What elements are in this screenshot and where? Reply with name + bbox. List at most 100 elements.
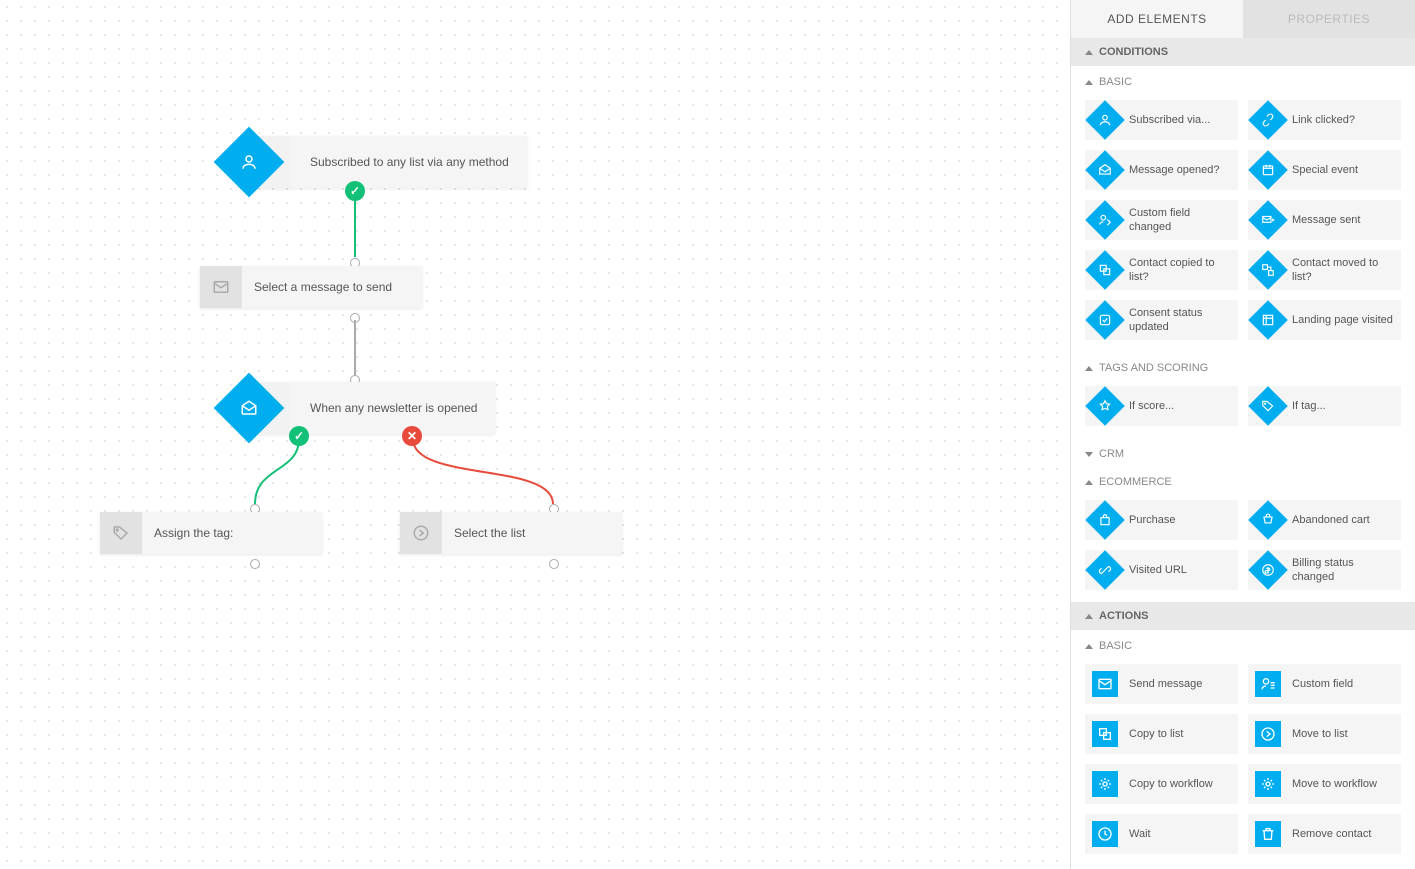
condition-if-tag[interactable]: If tag...: [1248, 386, 1401, 426]
element-label: Abandoned cart: [1288, 509, 1378, 531]
condition-visited-url[interactable]: Visited URL: [1085, 550, 1238, 590]
element-label: Remove contact: [1288, 823, 1379, 845]
node-label: When any newsletter is opened: [290, 382, 495, 434]
consent-status-updated-icon: [1085, 300, 1125, 340]
element-label: Send message: [1125, 673, 1210, 695]
message-opened-icon: [1085, 150, 1125, 190]
contact-moved-to-list-icon: [1248, 250, 1288, 290]
connector-line: [354, 320, 356, 375]
element-label: Billing status changed: [1288, 552, 1401, 589]
abandoned-cart-icon: [1248, 500, 1288, 540]
move-to-workflow-icon: [1255, 771, 1281, 797]
element-label: Message sent: [1288, 209, 1368, 231]
connector-curve: [250, 437, 310, 512]
if-score-icon: [1085, 386, 1125, 426]
condition-subscribed-via[interactable]: Subscribed via...: [1085, 100, 1238, 140]
condition-if-score[interactable]: If score...: [1085, 386, 1238, 426]
node-subscribed[interactable]: Subscribed to any list via any method: [240, 136, 527, 188]
node-label: Select the list: [442, 512, 622, 554]
subscribed-via-icon: [1085, 100, 1125, 140]
action-copy-to-list[interactable]: Copy to list: [1085, 714, 1238, 754]
special-event-icon: [1248, 150, 1288, 190]
condition-purchase[interactable]: Purchase: [1085, 500, 1238, 540]
action-copy-to-workflow[interactable]: Copy to workflow: [1085, 764, 1238, 804]
tag-icon: [100, 512, 142, 554]
copy-to-list-icon: [1092, 721, 1118, 747]
element-label: If tag...: [1288, 395, 1334, 417]
element-label: Move to list: [1288, 723, 1356, 745]
workflow-canvas[interactable]: Subscribed to any list via any method ✓ …: [0, 0, 1070, 869]
element-label: Subscribed via...: [1125, 109, 1218, 131]
node-assign-tag[interactable]: Assign the tag:: [100, 512, 322, 554]
condition-link-clicked[interactable]: Link clicked?: [1248, 100, 1401, 140]
element-label: Purchase: [1125, 509, 1183, 531]
actions-header[interactable]: ACTIONS: [1071, 602, 1415, 630]
node-label: Select a message to send: [242, 266, 422, 308]
link-clicked-icon: [1248, 100, 1288, 140]
condition-landing-page-visited[interactable]: Landing page visited: [1248, 300, 1401, 340]
element-label: Move to workflow: [1288, 773, 1385, 795]
tags-scoring-subheader[interactable]: TAGS AND SCORING: [1071, 352, 1415, 380]
landing-page-visited-icon: [1248, 300, 1288, 340]
custom-field-icon: [1255, 671, 1281, 697]
copy-to-workflow-icon: [1092, 771, 1118, 797]
condition-message-sent[interactable]: Message sent: [1248, 200, 1401, 240]
condition-billing-status-changed[interactable]: Billing status changed: [1248, 550, 1401, 590]
conditions-header[interactable]: CONDITIONS: [1071, 38, 1415, 66]
purchase-icon: [1085, 500, 1125, 540]
contact-copied-to-list-icon: [1085, 250, 1125, 290]
element-label: Custom field: [1288, 673, 1361, 695]
wait-icon: [1092, 821, 1118, 847]
action-move-to-workflow[interactable]: Move to workflow: [1248, 764, 1401, 804]
node-select-list[interactable]: Select the list: [400, 512, 622, 554]
arrow-right-circle-icon: [400, 512, 442, 554]
condition-consent-status-updated[interactable]: Consent status updated: [1085, 300, 1238, 340]
action-wait[interactable]: Wait: [1085, 814, 1238, 854]
move-to-list-icon: [1255, 721, 1281, 747]
visited-url-icon: [1085, 550, 1125, 590]
if-tag-icon: [1248, 386, 1288, 426]
message-sent-icon: [1248, 200, 1288, 240]
action-send-message[interactable]: Send message: [1085, 664, 1238, 704]
ecommerce-subheader[interactable]: ECOMMERCE: [1071, 466, 1415, 494]
port[interactable]: [250, 559, 260, 569]
condition-custom-field-changed[interactable]: Custom field changed: [1085, 200, 1238, 240]
condition-special-event[interactable]: Special event: [1248, 150, 1401, 190]
element-label: Contact moved to list?: [1288, 252, 1401, 289]
condition-contact-copied-to-list[interactable]: Contact copied to list?: [1085, 250, 1238, 290]
basic-subheader[interactable]: BASIC: [1071, 66, 1415, 94]
billing-status-changed-icon: [1248, 550, 1288, 590]
crm-subheader[interactable]: CRM: [1071, 438, 1415, 466]
condition-contact-moved-to-list[interactable]: Contact moved to list?: [1248, 250, 1401, 290]
node-select-message[interactable]: Select a message to send: [200, 266, 422, 308]
element-label: Special event: [1288, 159, 1366, 181]
port[interactable]: [549, 559, 559, 569]
action-move-to-list[interactable]: Move to list: [1248, 714, 1401, 754]
element-label: Visited URL: [1125, 559, 1195, 581]
action-remove-contact[interactable]: Remove contact: [1248, 814, 1401, 854]
element-label: Consent status updated: [1125, 302, 1238, 339]
element-label: Copy to workflow: [1125, 773, 1221, 795]
send-message-icon: [1092, 671, 1118, 697]
element-label: Link clicked?: [1288, 109, 1363, 131]
element-label: Custom field changed: [1125, 202, 1238, 239]
envelope-icon: [200, 266, 242, 308]
element-label: If score...: [1125, 395, 1182, 417]
action-custom-field[interactable]: Custom field: [1248, 664, 1401, 704]
connector-line: [354, 192, 356, 257]
node-label: Assign the tag:: [142, 512, 322, 554]
element-label: Wait: [1125, 823, 1159, 845]
element-label: Message opened?: [1125, 159, 1228, 181]
custom-field-changed-icon: [1085, 200, 1125, 240]
condition-abandoned-cart[interactable]: Abandoned cart: [1248, 500, 1401, 540]
element-label: Copy to list: [1125, 723, 1191, 745]
node-newsletter-opened[interactable]: When any newsletter is opened: [240, 382, 495, 434]
basic-actions-subheader[interactable]: BASIC: [1071, 630, 1415, 658]
tab-properties[interactable]: PROPERTIES: [1243, 0, 1415, 38]
node-label: Subscribed to any list via any method: [290, 136, 527, 188]
element-label: Contact copied to list?: [1125, 252, 1238, 289]
user-diamond-icon: [240, 136, 290, 188]
condition-message-opened[interactable]: Message opened?: [1085, 150, 1238, 190]
tab-add-elements[interactable]: ADD ELEMENTS: [1071, 0, 1243, 38]
connector-curve: [411, 437, 561, 512]
